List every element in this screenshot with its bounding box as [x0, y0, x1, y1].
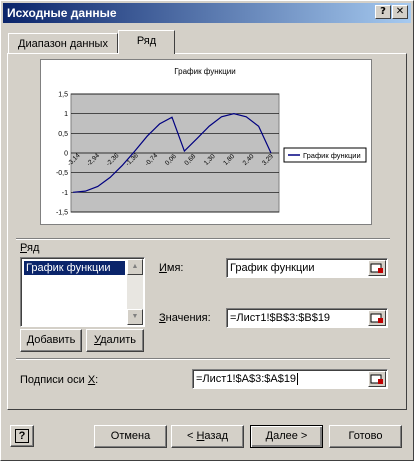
series-values-field[interactable]: =Лист1!$B$3:$B$19	[226, 308, 388, 328]
tab-data-range[interactable]: Диапазон данных	[8, 33, 118, 53]
separator	[16, 358, 390, 360]
list-item[interactable]: График функции	[24, 261, 125, 275]
y-tick-label: 1	[64, 111, 68, 118]
chart-preview: График функции 1,5 1 0,5 0 -0,5 -1 -1,5 -3,14 -2…	[40, 59, 372, 225]
next-button[interactable]: Далее >	[250, 425, 323, 448]
values-label: Значения:	[159, 312, 211, 324]
y-tick-label: -1	[62, 190, 68, 197]
range-select-icon	[370, 374, 383, 384]
y-tick-label: 0,5	[58, 131, 68, 138]
name-label: Имя:	[159, 262, 184, 274]
range-select-icon	[370, 263, 383, 273]
help-button[interactable]: ?	[375, 5, 391, 19]
legend-entry: График функции	[303, 151, 361, 160]
arrow-up-icon: ▲	[131, 263, 139, 270]
series-section-label: Ряд	[20, 242, 40, 254]
series-listbox[interactable]: График функции ▲ ▼	[20, 257, 145, 327]
tab-series[interactable]: Ряд	[118, 30, 175, 54]
separator	[16, 238, 390, 240]
x-axis-labels-value: =Лист1!$A$3:$A$19	[196, 373, 297, 385]
y-tick-label: -0,5	[56, 170, 68, 177]
scroll-down-button[interactable]: ▼	[127, 309, 143, 325]
dialog-title: Исходные данные	[7, 6, 117, 20]
chart-svg: График функции 1,510,50-0,5-1-1,5-3,14 -2…	[56, 67, 367, 217]
y-tick-label: 1,5	[58, 92, 68, 99]
series-values-value: =Лист1!$B$3:$B$19	[230, 312, 331, 324]
cancel-button[interactable]: Отмена	[94, 425, 167, 448]
arrow-down-icon: ▼	[131, 313, 139, 320]
x-axis-labels-label: Подписи оси X:	[20, 374, 99, 386]
list-scrollbar[interactable]: ▲ ▼	[127, 259, 143, 325]
source-data-dialog: Исходные данные ? ✕ Диапазон данных Ряд …	[0, 0, 414, 461]
y-tick-label: 0	[64, 151, 68, 158]
collapse-dialog-button-name[interactable]	[368, 260, 386, 276]
close-button[interactable]: ✕	[392, 5, 408, 19]
remove-series-button[interactable]: Удалить	[86, 329, 144, 352]
finish-button[interactable]: Готово	[329, 425, 402, 448]
chart-title: График функции	[174, 67, 235, 76]
text-cursor	[297, 373, 299, 386]
chart-legend: График функции	[283, 147, 367, 163]
y-tick-label: -1,5	[56, 210, 68, 217]
add-series-button[interactable]: Добавить	[20, 329, 82, 352]
help-icon: ?	[15, 429, 29, 443]
office-assistant-button[interactable]: ?	[10, 425, 34, 447]
series-name-value: График функции	[230, 262, 315, 274]
back-button[interactable]: < Назад	[171, 425, 244, 448]
close-icon: ✕	[395, 6, 405, 17]
series-name-field[interactable]: График функции	[226, 258, 388, 278]
collapse-dialog-button-values[interactable]	[368, 310, 386, 326]
range-select-icon	[370, 313, 383, 323]
collapse-dialog-button-x[interactable]	[368, 371, 386, 387]
x-axis-labels-field[interactable]: =Лист1!$A$3:$A$19	[192, 369, 388, 389]
title-bar: Исходные данные ? ✕	[3, 3, 411, 23]
scroll-up-button[interactable]: ▲	[127, 259, 143, 275]
